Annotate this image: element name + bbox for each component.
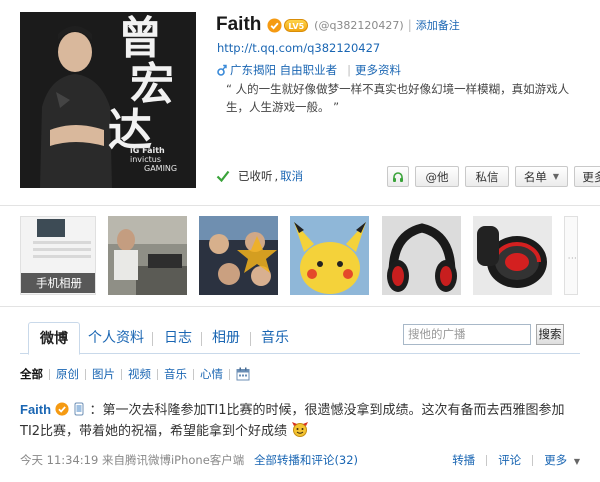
separator: |	[347, 63, 352, 77]
list-dropdown[interactable]: 名单 ▼	[515, 166, 568, 187]
comment-link[interactable]: 评论	[498, 452, 521, 468]
album-photo[interactable]	[199, 216, 278, 295]
search-input[interactable]: 搜他的广播	[403, 324, 531, 345]
album-photo[interactable]	[473, 216, 552, 295]
avatar[interactable]: 曾 宏 达 iG Faith invictus GAMING	[20, 12, 196, 188]
filter-row: 全部 原创 图片 视频 音乐 心情	[20, 366, 250, 382]
info-row: 广东揭阳 自由职业者 | 更多资料	[217, 62, 401, 78]
more-info-link[interactable]: 更多资料	[355, 62, 401, 78]
filter-all[interactable]: 全部	[20, 366, 43, 382]
all-replies-link[interactable]: 全部转播和评论(32)	[254, 453, 358, 467]
divider	[0, 306, 600, 307]
chevron-down-icon: ▼	[552, 172, 560, 181]
filter-separator	[121, 368, 122, 380]
comma: ,	[274, 169, 279, 183]
all-replies-count: (32)	[334, 453, 359, 467]
mobile-icon	[74, 402, 84, 416]
more-dropdown-label: 更多	[582, 169, 600, 184]
headphone-icon	[393, 171, 403, 182]
album-photo[interactable]	[108, 216, 187, 295]
photo-image	[199, 216, 278, 295]
verify-icon	[55, 402, 69, 416]
filter-mood[interactable]: 心情	[200, 366, 223, 382]
post-timestamp: 今天 11:34:19 来自腾讯微博iPhone客户端	[20, 453, 245, 467]
emoji-icon	[292, 422, 309, 437]
album-photo[interactable]	[382, 216, 461, 295]
location-job[interactable]: 广东揭阳 自由职业者	[230, 62, 337, 78]
action-bar: @他 私信 名单 ▼ 更多 ▼	[387, 166, 600, 187]
filter-separator	[193, 368, 194, 380]
photo-image	[290, 216, 369, 295]
album-cover[interactable]: 手机相册	[20, 216, 96, 295]
chevron-right-icon: ⋮	[566, 253, 576, 263]
weibo-post: Faith ：第一次去科隆参加TI1比赛的时候，很遗憾没拿到成绩。这次有备而去西…	[20, 400, 580, 467]
album-scroll-right[interactable]: ⋮	[564, 216, 578, 295]
album-cover-lines	[33, 241, 91, 262]
user-handle: (@q382120427)	[314, 18, 404, 32]
filter-music[interactable]: 音乐	[164, 366, 187, 382]
list-dropdown-label: 名单	[523, 169, 547, 184]
cancel-follow-link[interactable]: 取消	[280, 168, 303, 184]
calendar-icon[interactable]	[236, 367, 250, 381]
filter-original[interactable]: 原创	[56, 366, 79, 382]
follow-status-label: 已收听	[238, 169, 273, 183]
post-author-link[interactable]: Faith	[20, 402, 51, 417]
post-body: Faith ：第一次去科隆参加TI1比赛的时候，很遗憾没拿到成绩。这次有备而去西…	[20, 400, 580, 442]
more-dropdown[interactable]: 更多 ▼	[574, 166, 600, 187]
check-icon	[216, 170, 230, 182]
tab-separator	[250, 332, 251, 346]
tab-music[interactable]: 音乐	[261, 322, 289, 354]
team-logo-text: iG Faith invictus GAMING	[130, 146, 178, 173]
filter-separator	[229, 368, 230, 380]
avatar-calligraphy: 曾 宏 达	[108, 13, 174, 156]
profile-header: 曾 宏 达 iG Faith invictus GAMING Faith LV5…	[0, 0, 600, 206]
name-row: Faith LV5 (@q382120427) | 添加备注	[216, 13, 460, 37]
action-separator	[532, 454, 534, 466]
message-button-label: 私信	[475, 169, 499, 184]
post-meta: 今天 11:34:19 来自腾讯微博iPhone客户端 全部转播和评论(32) …	[20, 452, 580, 468]
filter-separator	[85, 368, 86, 380]
tab-log[interactable]: 日志	[164, 322, 192, 354]
filter-separator	[157, 368, 158, 380]
message-button[interactable]: 私信	[465, 166, 509, 187]
mention-button-label: @他	[425, 169, 449, 184]
tab-separator	[201, 332, 202, 346]
album-photo[interactable]	[290, 216, 369, 295]
listen-button[interactable]	[387, 166, 409, 187]
tab-album[interactable]: 相册	[212, 322, 240, 354]
action-separator	[486, 454, 488, 466]
more-link[interactable]: 更多 ▼	[544, 452, 580, 468]
photo-image	[473, 216, 552, 295]
verify-icon	[267, 17, 282, 33]
filter-photos[interactable]: 图片	[92, 366, 115, 382]
album-cover-thumb	[37, 219, 65, 237]
photo-image	[108, 216, 187, 295]
signature: “ 人的一生就好像做梦一样不真实也好像幻境一样模糊，真如游戏人生，人生游戏一般。…	[226, 82, 570, 114]
post-actions: 转播 评论 更多 ▼	[452, 452, 580, 468]
add-note-link[interactable]: 添加备注	[416, 17, 460, 33]
album-label: 手机相册	[21, 273, 95, 293]
tab-profile[interactable]: 个人资料	[88, 322, 144, 354]
gender-male-icon	[217, 64, 227, 76]
search-button[interactable]: 搜索	[536, 324, 564, 345]
level-badge: LV5	[284, 18, 309, 32]
follow-status: 已收听 , 取消	[216, 168, 303, 184]
repost-link[interactable]: 转播	[452, 452, 475, 468]
mention-button[interactable]: @他	[415, 166, 459, 187]
chevron-down-icon: ▼	[573, 457, 580, 466]
more-link-label: 更多	[544, 453, 568, 467]
tab-separator	[152, 332, 153, 346]
photo-image	[382, 216, 461, 295]
photo-album-strip: 手机相册 ⋮	[0, 206, 600, 306]
filter-videos[interactable]: 视频	[128, 366, 151, 382]
homepage-link[interactable]: http://t.qq.com/q382120427	[217, 41, 380, 55]
separator: |	[407, 18, 412, 32]
tab-weibo[interactable]: 微博	[28, 322, 80, 355]
all-replies-label: 全部转播和评论	[253, 453, 335, 467]
filter-separator	[49, 368, 50, 380]
profile-name: Faith	[216, 14, 262, 35]
